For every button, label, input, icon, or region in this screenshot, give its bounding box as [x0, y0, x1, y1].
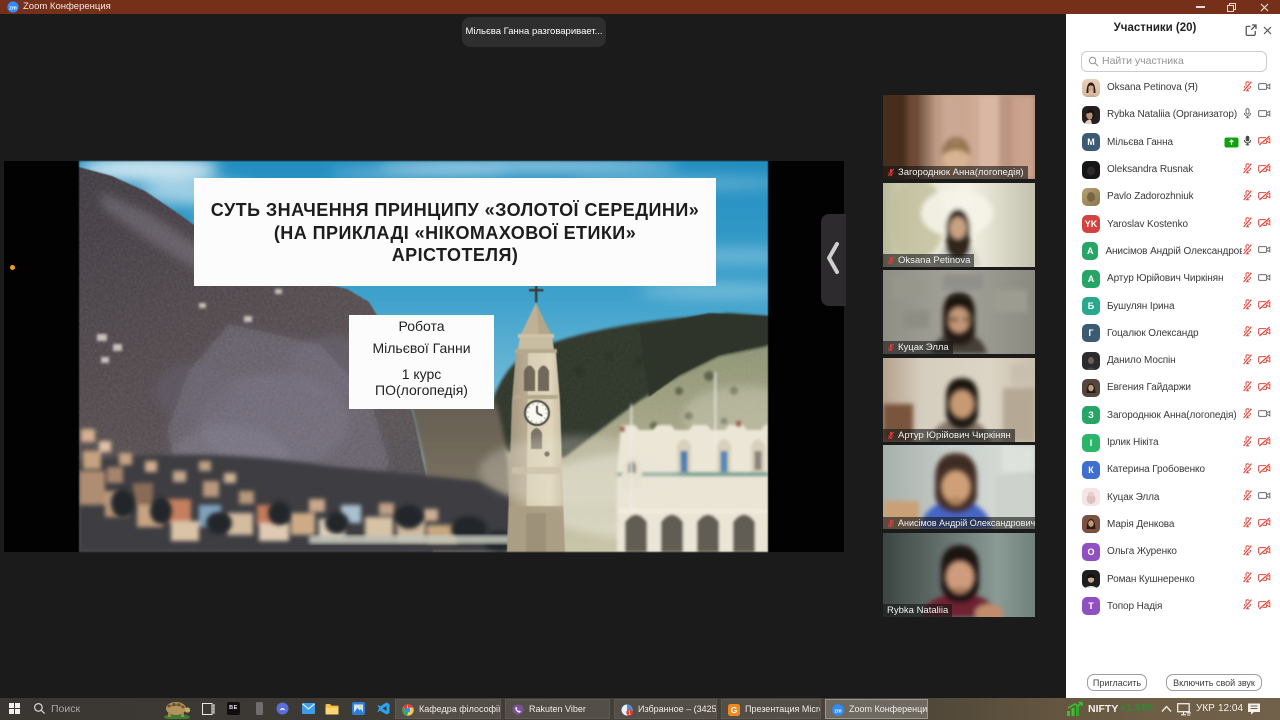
- svg-text:zm: zm: [834, 708, 842, 714]
- svg-text:zm: zm: [9, 5, 17, 11]
- svg-text:1: 1: [628, 711, 631, 716]
- svg-text:G: G: [731, 705, 738, 715]
